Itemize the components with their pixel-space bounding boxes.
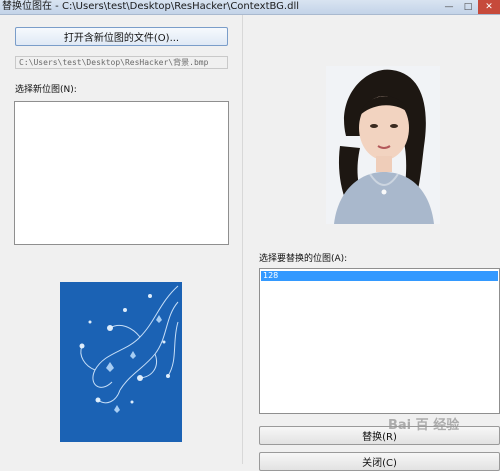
title-bar: 替换位图在 - C:\Users\test\Desktop\ResHacker\… [0, 0, 500, 15]
portrait-image-icon [326, 66, 440, 224]
select-bitmap-label: 选择要替换的位图(A): [259, 254, 348, 264]
window-title: 替换位图在 - C:\Users\test\Desktop\ResHacker\… [2, 1, 300, 12]
window-controls: — □ ✕ [439, 0, 500, 14]
bitmap-list[interactable]: 128 [259, 268, 500, 414]
list-item[interactable]: 128 [261, 271, 498, 281]
panel-divider [242, 15, 243, 464]
bitmap-photo-preview [326, 66, 440, 224]
new-bitmap-label: 选择新位图(N): [15, 85, 77, 95]
bitmap-preview-image [60, 282, 182, 442]
replace-button[interactable]: 替换(R) [259, 426, 500, 445]
new-bitmap-list[interactable] [14, 101, 229, 245]
maximize-button[interactable]: □ [459, 0, 477, 14]
watermark-logo: Bai 百 经验 [388, 418, 460, 433]
file-path-field: C:\Users\test\Desktop\ResHacker\背景.bmp [15, 56, 228, 69]
open-bitmap-file-button[interactable]: 打开含新位图的文件(O)... [15, 27, 228, 46]
close-button[interactable]: 关闭(C) [259, 452, 500, 471]
minimize-button[interactable]: — [440, 0, 458, 14]
close-window-button[interactable]: ✕ [478, 0, 500, 14]
floral-pattern-icon [79, 285, 179, 413]
